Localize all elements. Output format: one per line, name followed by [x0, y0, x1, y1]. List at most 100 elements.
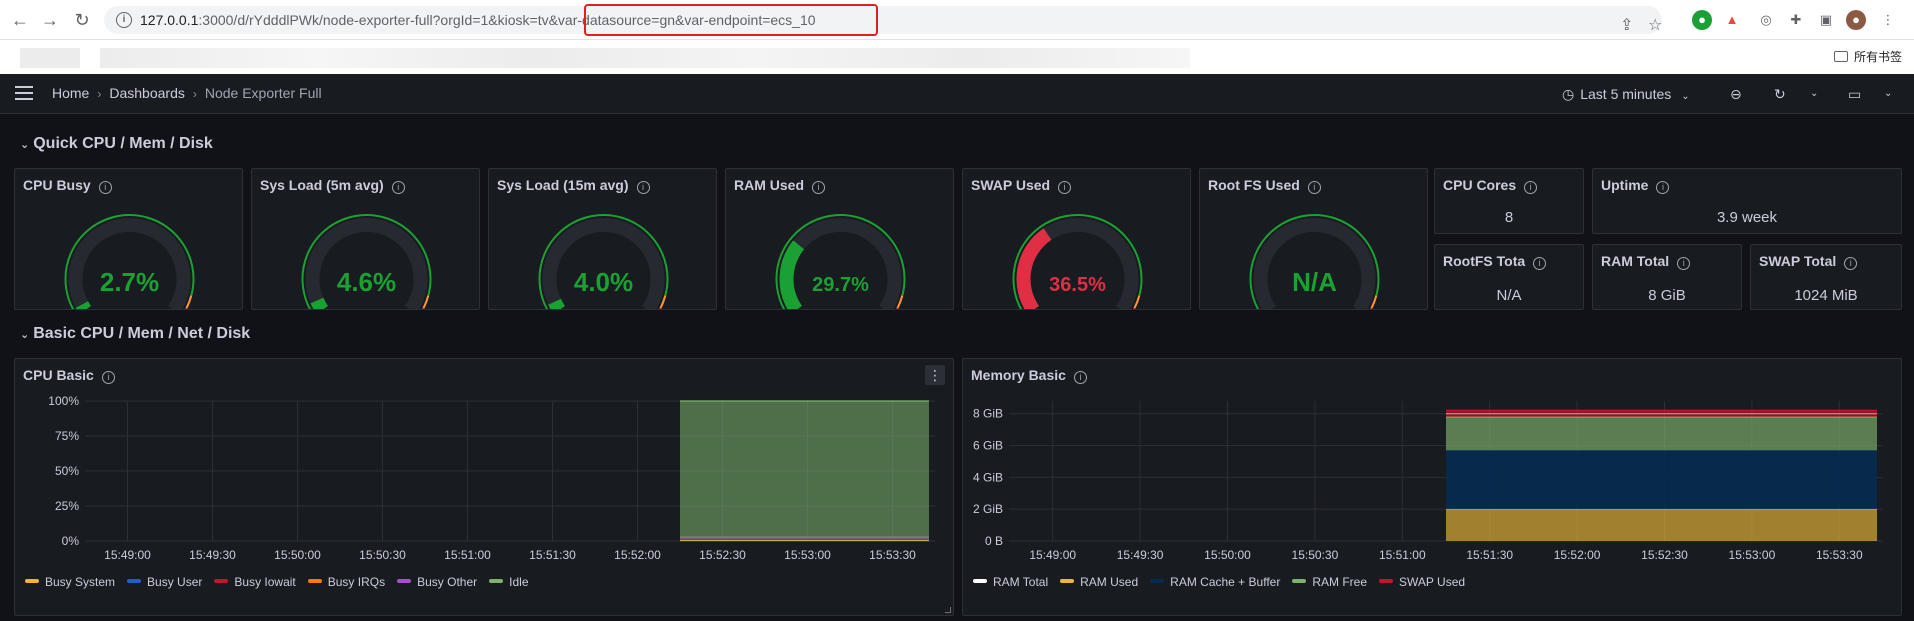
panel-title: Sys Load (15m avg) — [497, 177, 629, 193]
legend-item[interactable]: Idle — [489, 575, 529, 589]
site-info-icon[interactable]: i — [116, 12, 132, 28]
row-basic-cpu-mem-net-disk[interactable]: ⌄ Basic CPU / Mem / Net / Disk — [20, 325, 250, 343]
resize-handle[interactable] — [945, 607, 951, 613]
legend-item[interactable]: Busy System — [25, 575, 115, 589]
gauge-value-text: N/A — [1292, 267, 1337, 297]
x-tick-label: 15:53:00 — [784, 548, 831, 562]
info-icon[interactable]: i — [1524, 181, 1538, 194]
legend-item[interactable]: RAM Total — [973, 575, 1048, 589]
stat-value: 3.9 week — [1716, 209, 1778, 226]
panel-title: CPU Busy — [23, 177, 91, 193]
tv-mode-icon[interactable]: ▭ — [1848, 82, 1861, 106]
y-tick-label: 4 GiB — [973, 470, 1003, 484]
url-highlight-box — [584, 4, 878, 36]
panel-memory-basic: Memory Basic i 8 GiB 6 GiB 4 GiB 2 GiB 0 B 15:… — [962, 358, 1902, 616]
x-tick-label: 15:49:30 — [1117, 548, 1164, 562]
legend-label: Busy System — [45, 575, 116, 589]
chevron-right-icon: › — [97, 87, 102, 101]
refresh-icon[interactable]: ↻ — [1774, 82, 1786, 106]
gauge-value-text: 4.6% — [337, 267, 396, 297]
info-icon[interactable]: i — [636, 181, 650, 194]
address-bar[interactable]: i 127.0.0.1:3000/d/rYdddlPWk/node-export… — [104, 6, 1662, 34]
menu-icon[interactable] — [15, 86, 33, 100]
legend-item[interactable]: RAM Used — [1060, 575, 1138, 589]
extension-icon-2[interactable]: ▲ — [1722, 10, 1742, 30]
breadcrumb-dashboards[interactable]: Dashboards — [109, 85, 185, 101]
area-ram-free — [1446, 416, 1877, 451]
x-tick-label: 15:51:30 — [1466, 548, 1513, 562]
chevron-right-icon: › — [192, 87, 197, 101]
breadcrumb-home[interactable]: Home — [52, 85, 89, 101]
gauge-value-text: 29.7% — [812, 274, 869, 296]
info-icon[interactable]: i — [1533, 257, 1547, 270]
extension-icon-3[interactable]: ◎ — [1756, 10, 1776, 30]
legend-label: Busy User — [147, 575, 203, 589]
area-ram-used — [1446, 509, 1877, 541]
forward-icon[interactable]: → — [38, 8, 62, 32]
info-icon[interactable]: i — [1058, 181, 1072, 194]
legend-item[interactable]: Busy IRQs — [307, 575, 385, 589]
legend-swatch — [489, 579, 504, 583]
panel-gauge-swap-used: SWAP Used i 36.5% — [962, 168, 1191, 310]
legend-item[interactable]: SWAP Used — [1379, 575, 1465, 589]
y-tick-label: 2 GiB — [973, 502, 1003, 516]
row-quick-cpu-mem-disk[interactable]: ⌄ Quick CPU / Mem / Disk — [20, 135, 213, 153]
info-icon[interactable]: i — [1656, 181, 1670, 194]
cpu-basic-legend: Busy System Busy User Busy Iowait Busy IRQs… — [25, 575, 541, 589]
gauge-value-arc — [75, 301, 92, 309]
y-tick-label: 75% — [55, 429, 79, 443]
gauge-value-arc — [548, 298, 566, 309]
info-icon[interactable]: i — [812, 181, 826, 194]
y-tick-label: 6 GiB — [973, 439, 1003, 453]
x-tick-label: 15:52:00 — [614, 548, 661, 562]
legend-item[interactable]: Busy User — [127, 575, 202, 589]
blurred-bookmark — [20, 48, 80, 68]
legend-label: Busy Other — [417, 575, 478, 589]
legend-item[interactable]: Busy Other — [397, 575, 477, 589]
panel-swap-total: SWAP Total i 1024 MiB — [1750, 244, 1902, 310]
gauge-value-arc — [779, 240, 805, 309]
bookmark-star-icon[interactable]: ☆ — [1648, 12, 1662, 40]
y-tick-label: 0 B — [985, 534, 1003, 548]
panel-ram-total: RAM Total i 8 GiB — [1592, 244, 1742, 310]
legend-label: RAM Used — [1080, 575, 1139, 589]
info-icon[interactable]: i — [1844, 257, 1858, 270]
grafana-topnav: Home › Dashboards › Node Exporter Full ◷ Last… — [0, 74, 1914, 114]
info-icon[interactable]: i — [1677, 257, 1691, 270]
gauge-track — [779, 218, 902, 309]
legend-swatch — [307, 579, 322, 583]
refresh-interval-chevron-icon[interactable]: ⌄ — [1810, 82, 1818, 106]
extensions-puzzle-icon[interactable]: ✚ — [1786, 10, 1806, 30]
time-picker[interactable]: ◷ Last 5 minutes ⌄ — [1562, 82, 1690, 109]
legend-item[interactable]: Busy Iowait — [214, 575, 296, 589]
legend-item[interactable]: RAM Cache + Buffer — [1150, 575, 1280, 589]
memory-basic-chart: 8 GiB 6 GiB 4 GiB 2 GiB 0 B 15:49:00 15:49:30 1… — [973, 401, 1883, 562]
gauge-value-text: 36.5% — [1049, 274, 1106, 296]
extension-icon-1[interactable]: ● — [1692, 10, 1712, 30]
info-icon[interactable]: i — [391, 181, 405, 194]
info-icon[interactable]: i — [101, 371, 115, 384]
info-icon[interactable]: i — [1307, 181, 1321, 194]
back-icon[interactable]: ← — [8, 8, 32, 32]
panel-title: RAM Used — [734, 177, 805, 193]
panel-menu-icon[interactable]: ⋮ — [925, 365, 945, 385]
gauge-chart: N/A — [1249, 214, 1380, 309]
all-bookmarks-folder[interactable]: 所有书签 — [1833, 45, 1902, 69]
profile-avatar[interactable]: ● — [1846, 10, 1866, 30]
info-icon[interactable]: i — [1073, 371, 1087, 384]
area-idle — [680, 401, 929, 538]
view-mode-chevron-icon[interactable]: ⌄ — [1884, 82, 1892, 106]
x-tick-label: 15:49:00 — [104, 548, 151, 562]
browser-menu-icon[interactable]: ⋮ — [1878, 10, 1898, 30]
side-panel-icon[interactable]: ▣ — [1816, 10, 1836, 30]
legend-item[interactable]: RAM Free — [1292, 575, 1367, 589]
gauge-value-text: 2.7% — [100, 267, 159, 297]
area-ram-cache-buffer — [1446, 450, 1877, 510]
zoom-out-icon[interactable]: ⊖ — [1730, 82, 1742, 106]
x-tick-label: 15:52:30 — [1641, 548, 1688, 562]
reload-icon[interactable]: ↻ — [70, 8, 94, 32]
info-icon[interactable]: i — [98, 181, 112, 194]
gauge-value-arc — [1016, 228, 1052, 309]
share-icon[interactable]: ⇪ — [1620, 12, 1633, 40]
clock-icon: ◷ — [1562, 86, 1575, 102]
